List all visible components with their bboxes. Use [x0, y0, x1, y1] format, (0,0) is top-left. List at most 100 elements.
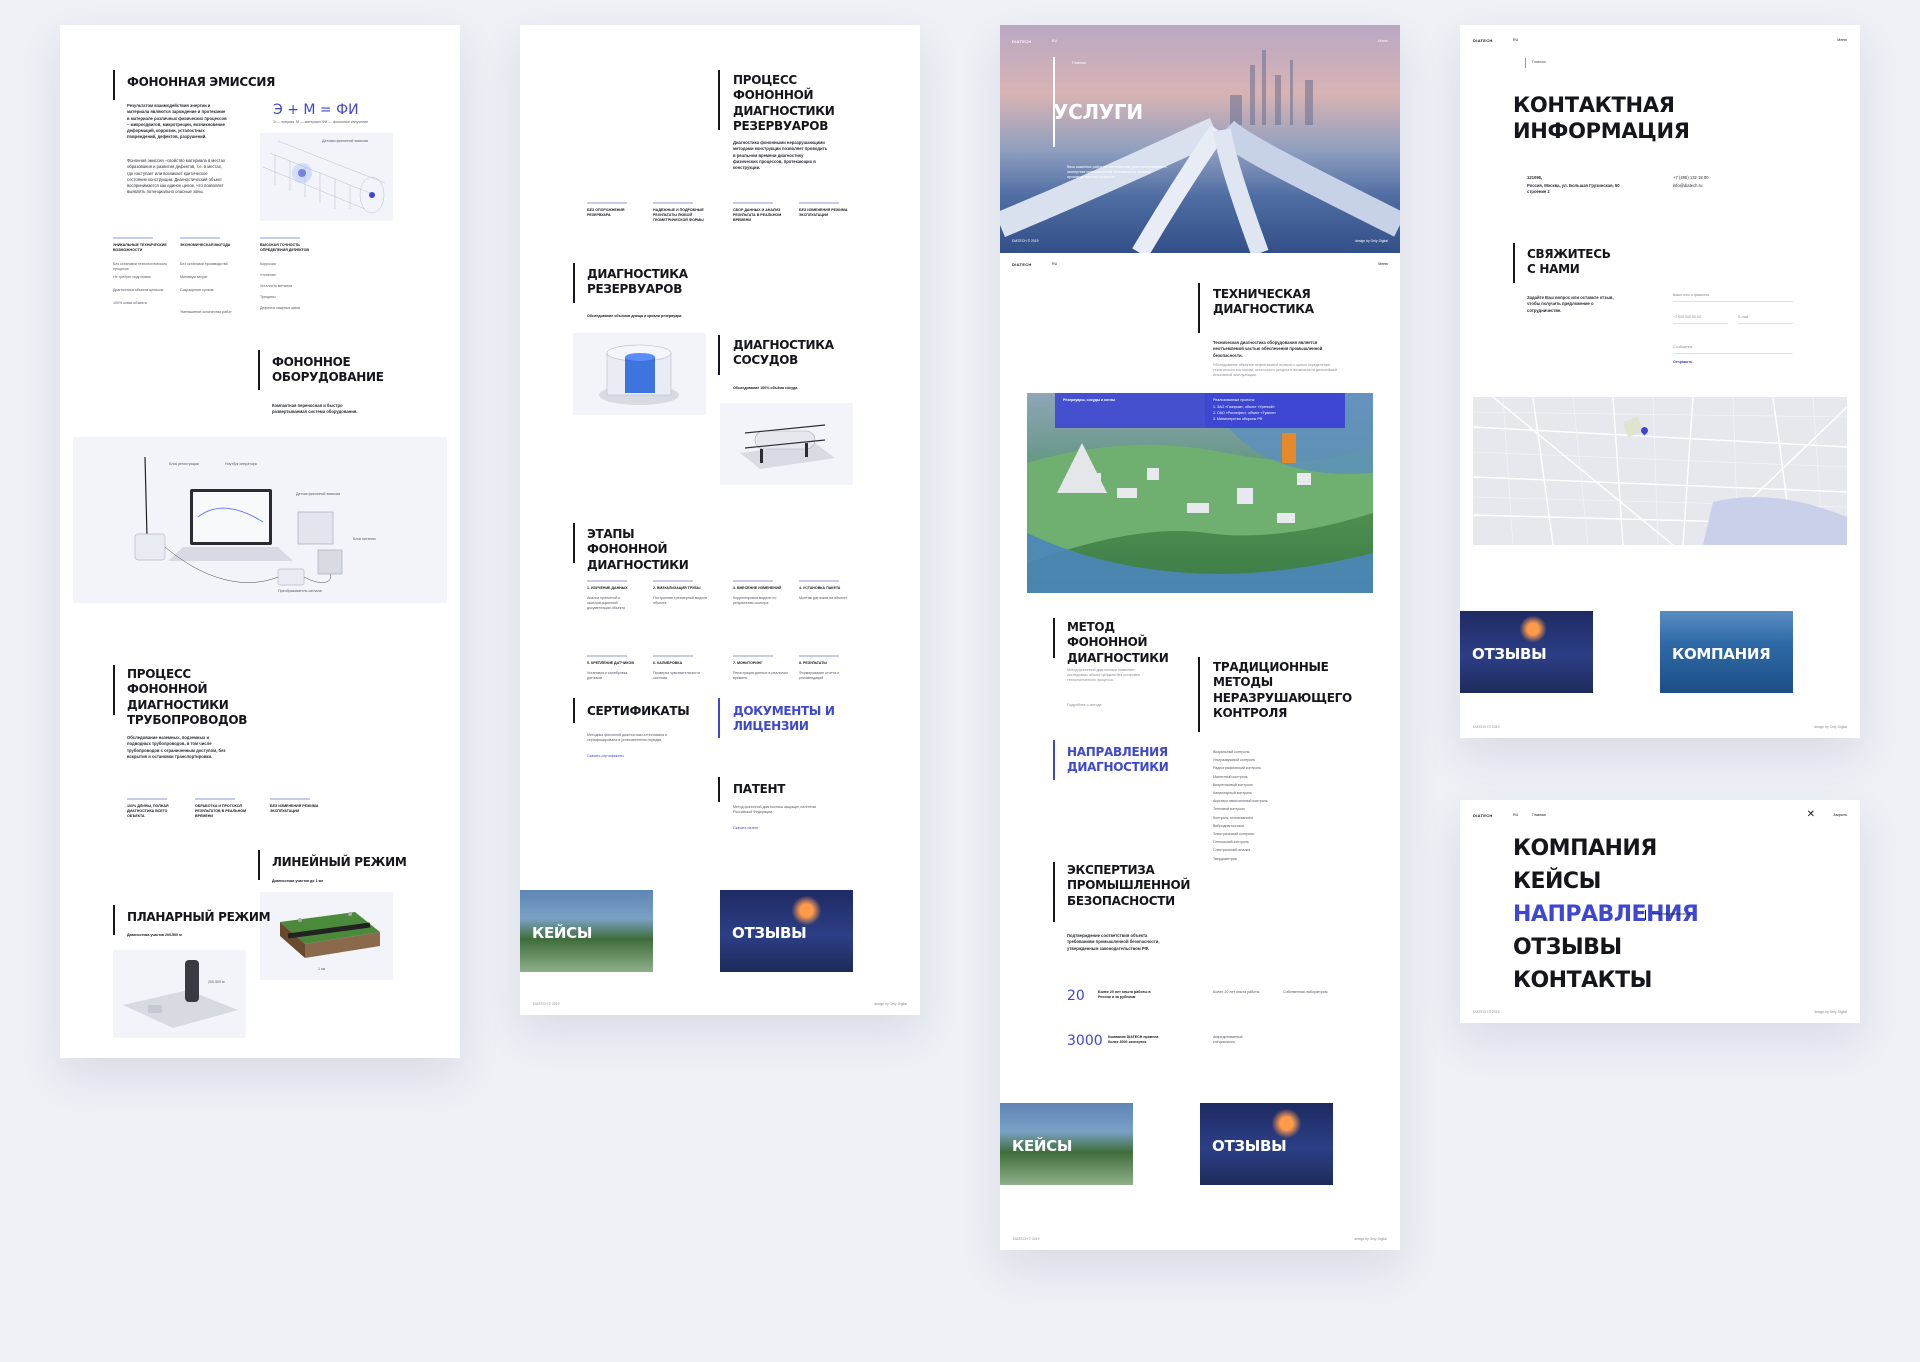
directions-link[interactable]: Направления диагностики [1067, 745, 1169, 776]
stage-heading: 3. Внесение изменений [733, 586, 782, 590]
hero-credit[interactable]: design by Only Digital [1355, 239, 1388, 243]
traditional-method-item[interactable]: Капиллярный контроль [1213, 791, 1252, 796]
close-icon[interactable]: ✕ [1807, 810, 1815, 820]
emission-text-2: Фононная эмиссия –свойство материала в м… [127, 158, 226, 195]
patent-link[interactable]: Скачать патент [733, 826, 759, 831]
stage-text: Установка и калибровка датчиков [587, 671, 628, 681]
traditional-method-item[interactable]: Радиографический контроль [1213, 766, 1261, 771]
traditional-method-item[interactable]: Магнитный контроль [1213, 775, 1248, 780]
nav-item[interactable]: Кейсы [1513, 865, 1601, 898]
footer-credit[interactable]: design by Only Digital [1354, 1237, 1387, 1241]
footer-credit[interactable]: design by Only Digital [874, 1002, 907, 1006]
logo[interactable]: DIATECH [1473, 38, 1493, 43]
certificates-link[interactable]: Скачать сертификаты [587, 754, 624, 759]
tile-reviews[interactable]: Отзывы [720, 890, 853, 972]
email[interactable]: info@diatech.ru [1673, 183, 1702, 189]
patent-title: Патент [733, 782, 786, 796]
nav-item[interactable]: Контакты [1513, 964, 1652, 997]
menu-button[interactable]: Меню [1378, 39, 1388, 43]
location-map[interactable] [1473, 397, 1847, 545]
nav-item[interactable]: Отзывы [1513, 931, 1622, 964]
map-project[interactable]: 1. ЗАО «Газпром», объект «Уренгой» [1213, 405, 1275, 410]
stage-line [799, 655, 839, 657]
method-text: Метод фононной диагностики позволяет исс… [1067, 668, 1140, 683]
breadcrumb[interactable]: Главная [1532, 60, 1546, 65]
tank-illustration [573, 333, 706, 415]
col3-item: Коррозия [260, 262, 276, 266]
lang-switch[interactable]: RU [1513, 813, 1518, 817]
page-services: DIATECH RU Меню Главная Услуги Весь комп… [1000, 25, 1400, 1250]
tile-reviews[interactable]: Отзывы [1460, 611, 1593, 693]
menu-button[interactable]: Меню [1837, 38, 1847, 42]
col3-heading: Высокая точность определения дефектов [260, 243, 310, 252]
tile-cases-label: Кейсы [1012, 1137, 1073, 1155]
traditional-method-item[interactable]: Вибродиагностика [1213, 824, 1244, 829]
traditional-method-item[interactable]: Тепловой контроль [1213, 807, 1245, 812]
footer-credit[interactable]: design by Only Digital [1814, 725, 1847, 729]
tank-process-title: Процесс фононной диагностики резервуаров [733, 73, 835, 134]
tile-reviews[interactable]: Отзывы [1200, 1103, 1333, 1185]
logo[interactable]: DIATECH [1012, 262, 1032, 267]
traditional-method-item[interactable]: Вихретоковый контроль [1213, 783, 1253, 788]
stage-text: Формирование отчета и рекомендаций [799, 671, 839, 681]
contact-title: Контактная информация [1513, 93, 1690, 144]
nav-active-divider [1645, 910, 1646, 920]
footer-copyright: DIATECH © 2019 [533, 1002, 560, 1006]
traditional-method-item[interactable]: Электрический контроль [1213, 832, 1254, 837]
traditional-method-item[interactable]: Визуальный контроль [1213, 750, 1249, 755]
tile-reviews-label: Отзывы [1212, 1137, 1287, 1155]
breadcrumb[interactable]: Главная [1532, 813, 1546, 817]
stage-text: Монтаж датчиков на объекте [799, 596, 848, 600]
lang-switch[interactable]: RU [1513, 38, 1518, 42]
page-tank-diagnostics: Процесс фононной диагностики резервуаров… [520, 25, 920, 1015]
map-project[interactable]: 2. ОАО «Роснефть», объект «Туапсе» [1213, 411, 1276, 416]
field-email[interactable]: E-mail [1738, 315, 1793, 325]
planar-mode-illustration: 200-500 м [113, 950, 246, 1038]
hero-text: Весь комплекс работ по техническому диаг… [1067, 165, 1167, 180]
logo[interactable]: DIATECH [1473, 813, 1493, 818]
traditional-method-item[interactable]: Акустико-эмиссионный контроль [1213, 799, 1268, 804]
traditional-method-item[interactable]: Твердометрия [1213, 857, 1237, 862]
equip-label: Блок питания [353, 537, 376, 541]
hero-copyright: DIATECH © 2019 [1012, 239, 1039, 243]
stage-heading: 2. Визуализация трубы [653, 586, 701, 590]
tile-cases[interactable]: Кейсы [520, 890, 653, 972]
logo[interactable]: DIATECH [1012, 39, 1032, 44]
stage-heading: 5. Крепление датчиков [587, 661, 634, 665]
traditional-method-item[interactable]: Оптический контроль [1213, 840, 1249, 845]
map-project[interactable]: 3. Министерство обороны РФ [1213, 417, 1262, 422]
hero-title: Услуги [1053, 100, 1143, 124]
stage-line [587, 655, 627, 657]
method-link[interactable]: Подробнее о методе [1067, 703, 1102, 708]
close-button[interactable]: Закрыть [1833, 813, 1847, 817]
footer-copyright: DIATECH © 2019 [1473, 1010, 1500, 1014]
stage-text: Регистрация данных в реальном времени [733, 671, 788, 681]
field-message[interactable]: Сообщение [1673, 345, 1793, 355]
stage-heading: 8. Результаты [799, 661, 827, 665]
breadcrumb[interactable]: Главная [1072, 61, 1086, 66]
lang-switch[interactable]: RU [1052, 39, 1057, 43]
nav-sub-item[interactable]: Фононная диагностика [1652, 912, 1690, 917]
lang-switch[interactable]: RU [1052, 262, 1057, 266]
documents-licenses-link[interactable]: Документы и лицензии [733, 704, 843, 735]
linear-mode-illustration: 1 км [260, 892, 393, 980]
vessel-diag-text: Обследование 100% объёма сосуда [733, 386, 798, 390]
nav-item[interactable]: Компания [1513, 832, 1657, 865]
send-button[interactable]: Отправить [1673, 360, 1692, 365]
field-name[interactable]: Ваше имя и фамилия [1673, 293, 1793, 303]
equipment-text: Компактная переносная и быстро развертыв… [272, 403, 358, 415]
pipe-illustration: Датчики фононной эмиссии [260, 133, 393, 221]
menu-button[interactable]: Меню [1378, 262, 1388, 266]
tile-company[interactable]: Компания [1660, 611, 1793, 693]
col1-item: Не требует подготовки [113, 275, 151, 279]
field-phone[interactable]: +7 000 000 00 00 [1673, 315, 1728, 325]
footer-credit[interactable]: design by Only Digital [1814, 1010, 1847, 1014]
traditional-method-item[interactable]: Спектральный анализ [1213, 848, 1250, 853]
stage-text: Анализ проектной и эксплуатационной доку… [587, 596, 625, 611]
stage-text: Корректировка модели по результатам осмо… [733, 596, 777, 606]
traditional-method-item[interactable]: Контроль течеисканием [1213, 816, 1253, 821]
phone[interactable]: +7 (495) 132 18 00 [1673, 175, 1709, 181]
tile-cases[interactable]: Кейсы [1000, 1103, 1133, 1185]
stage-line [653, 580, 693, 582]
traditional-method-item[interactable]: Ультразвуковой контроль [1213, 758, 1255, 763]
